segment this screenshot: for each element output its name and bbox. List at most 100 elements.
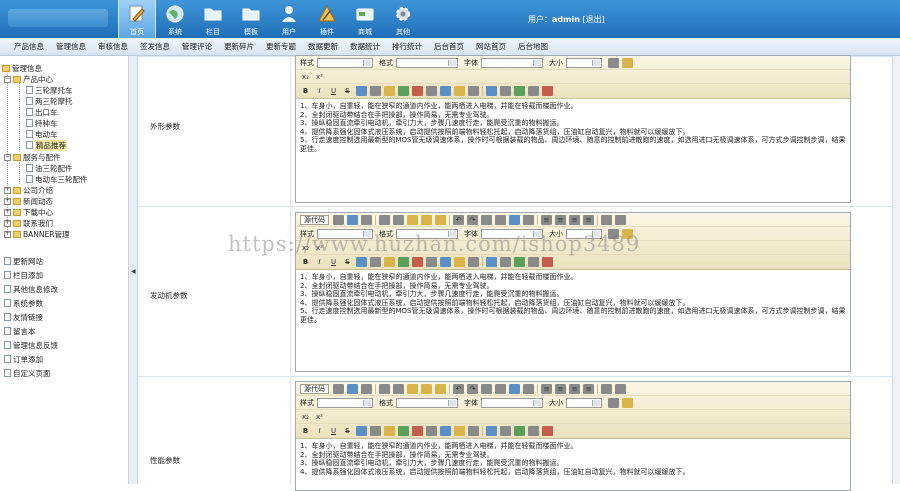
underline-icon[interactable]: U xyxy=(328,426,339,436)
tool-link[interactable]: 管理信息反馈 xyxy=(4,340,58,350)
editor-content[interactable]: 1、车身小，自重轻，能在狭窄的通道内作业，能两栖进入电梯，并能在轻载而楼面作业。… xyxy=(296,99,850,157)
quote-icon[interactable] xyxy=(528,257,539,267)
new-page-icon[interactable] xyxy=(347,383,358,394)
replace-icon[interactable] xyxy=(495,214,506,225)
table-icon[interactable] xyxy=(426,86,437,96)
subnav-data-stats[interactable]: 数据统计 xyxy=(350,41,380,52)
rule-icon[interactable] xyxy=(440,86,451,96)
replace-icon[interactable] xyxy=(495,383,506,394)
subnav-product-info[interactable]: 产品信息 xyxy=(14,41,44,52)
paste-icon[interactable] xyxy=(407,214,418,225)
nav-home[interactable]: 首页 xyxy=(118,0,156,38)
bullet-list-icon[interactable] xyxy=(615,214,626,225)
link-icon[interactable] xyxy=(356,426,367,436)
quote-icon[interactable] xyxy=(528,426,539,436)
page-break-icon[interactable] xyxy=(542,86,553,96)
collapse-icon[interactable]: − xyxy=(4,153,11,161)
copy-icon[interactable] xyxy=(393,383,404,394)
subnav-update-fragments[interactable]: 更新碎片 xyxy=(224,41,254,52)
tree-leaf[interactable]: 特种车 xyxy=(26,118,58,128)
table-icon[interactable] xyxy=(426,257,437,267)
tool-link[interactable]: 自定义页面 xyxy=(4,368,51,378)
paste-icon[interactable] xyxy=(407,383,418,394)
strike-icon[interactable]: S xyxy=(342,426,353,436)
find-icon[interactable] xyxy=(481,214,492,225)
tree-node-product-center[interactable]: − 产品中心 xyxy=(4,74,53,84)
nav-template[interactable]: 模板 xyxy=(232,0,270,38)
redo-icon[interactable]: ↷ xyxy=(467,383,478,394)
tool-link[interactable]: 留言本 xyxy=(4,326,36,336)
save-icon[interactable] xyxy=(333,214,344,225)
about-icon[interactable] xyxy=(514,426,525,436)
subnav-update-topics[interactable]: 更新专题 xyxy=(266,41,296,52)
bold-icon[interactable]: B xyxy=(300,257,311,267)
anchor-icon[interactable] xyxy=(384,257,395,267)
paste-text-icon[interactable] xyxy=(421,214,432,225)
paste-text-icon[interactable] xyxy=(421,383,432,394)
subscript-icon[interactable]: x₂ xyxy=(300,72,311,82)
bg-color-icon[interactable] xyxy=(622,57,633,68)
style-select[interactable] xyxy=(317,397,373,408)
format-select[interactable] xyxy=(396,57,458,68)
tool-link[interactable]: 更新网站 xyxy=(4,256,43,266)
expand-icon[interactable]: + xyxy=(4,186,11,194)
tree-node[interactable]: + 新闻动态 xyxy=(4,196,53,206)
nav-column[interactable]: 栏目 xyxy=(194,0,232,38)
tool-link[interactable]: 系统参数 xyxy=(4,298,43,308)
size-select[interactable] xyxy=(566,57,602,68)
anchor-icon[interactable] xyxy=(384,86,395,96)
nav-shop[interactable]: 商城 xyxy=(346,0,384,38)
source-button[interactable]: 源代码 xyxy=(300,383,329,394)
select-all-icon[interactable] xyxy=(509,214,520,225)
underline-icon[interactable]: U xyxy=(328,86,339,96)
ordered-list-icon[interactable] xyxy=(601,383,612,394)
nav-user[interactable]: 用户 xyxy=(270,0,308,38)
tool-link[interactable]: 其他信息修改 xyxy=(4,284,58,294)
cut-icon[interactable] xyxy=(379,383,390,394)
image-icon[interactable] xyxy=(398,86,409,96)
expand-icon[interactable]: + xyxy=(4,230,11,238)
anchor-icon[interactable] xyxy=(384,426,395,436)
tool-link[interactable]: 栏目添加 xyxy=(4,270,43,280)
editor-content[interactable]: 1、车身小，自重轻，能在狭窄的通道内作业，能两栖进入电梯，并能在轻载而楼面作业。… xyxy=(296,270,850,328)
superscript-icon[interactable]: x² xyxy=(314,72,325,82)
subnav-manage-info[interactable]: 管理信息 xyxy=(56,41,86,52)
unlink-icon[interactable] xyxy=(370,426,381,436)
tree-root[interactable]: 管理信息 xyxy=(2,63,42,73)
image-icon[interactable] xyxy=(398,426,409,436)
subnav-sign-info[interactable]: 签发信息 xyxy=(140,41,170,52)
tree-leaf-selected[interactable]: 精品推荐 xyxy=(26,139,67,151)
subnav-audit-info[interactable]: 审核信息 xyxy=(98,41,128,52)
align-justify-icon[interactable]: ≡ xyxy=(583,214,594,225)
align-center-icon[interactable]: ≡ xyxy=(555,214,566,225)
rule-icon[interactable] xyxy=(440,257,451,267)
tree-leaf[interactable]: 两三轮摩托 xyxy=(26,96,73,106)
nav-system[interactable]: 系统 xyxy=(156,0,194,38)
tree-node[interactable]: + 下载中心 xyxy=(4,207,53,217)
tool-link[interactable]: 订单添加 xyxy=(4,354,43,364)
smiley-icon[interactable] xyxy=(454,426,465,436)
unlink-icon[interactable] xyxy=(370,86,381,96)
align-left-icon[interactable]: ≡ xyxy=(541,214,552,225)
strike-icon[interactable]: S xyxy=(342,257,353,267)
italic-icon[interactable]: I xyxy=(314,257,325,267)
bold-icon[interactable]: B xyxy=(300,426,311,436)
rule-icon[interactable] xyxy=(440,426,451,436)
tree-node-service[interactable]: − 服务与配件 xyxy=(4,152,61,162)
flash-icon[interactable] xyxy=(412,257,423,267)
preview-icon[interactable] xyxy=(361,214,372,225)
show-blocks-icon[interactable] xyxy=(500,257,511,267)
tool-link[interactable]: 友情链接 xyxy=(4,312,43,322)
subnav-manage-comments[interactable]: 管理评论 xyxy=(182,41,212,52)
special-char-icon[interactable] xyxy=(468,86,479,96)
new-page-icon[interactable] xyxy=(347,214,358,225)
copy-icon[interactable] xyxy=(393,214,404,225)
sidebar-splitter[interactable]: ◀ xyxy=(128,56,138,484)
strike-icon[interactable]: S xyxy=(342,86,353,96)
editor-content[interactable]: 1、车身小，自重轻，能在狭窄的通道内作业，能两栖进入电梯，并能在轻载而楼面作业。… xyxy=(296,439,850,479)
bg-color-icon[interactable] xyxy=(622,397,633,408)
tree-node[interactable]: + BANNER管理 xyxy=(4,229,69,239)
font-select[interactable] xyxy=(481,397,543,408)
format-select[interactable] xyxy=(396,397,458,408)
tree-leaf[interactable]: 油三轮配件 xyxy=(26,163,73,173)
